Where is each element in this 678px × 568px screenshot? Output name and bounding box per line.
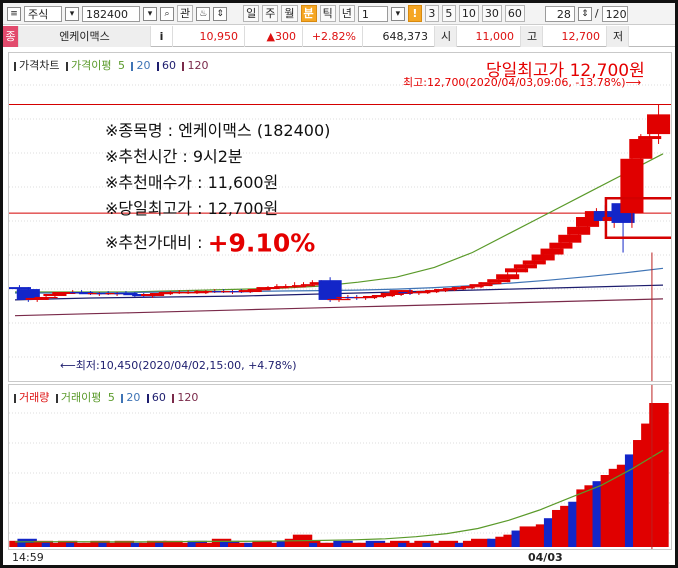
open-label: 시	[435, 25, 457, 47]
volume-chart	[9, 385, 671, 549]
candle-body	[327, 298, 351, 301]
price-legend-title: 가격차트	[19, 59, 60, 72]
bell-icon[interactable]: ♨	[196, 6, 211, 21]
candle-body	[549, 242, 573, 249]
info-icon[interactable]: i	[151, 25, 173, 47]
volume-value: 648,373	[363, 25, 435, 47]
code-dropdown-icon[interactable]: ▾	[143, 6, 157, 21]
gwan-button[interactable]: 관	[177, 5, 194, 22]
recommendation-info: ※종목명 : 엔케이맥스 (182400) ※추천시간 : 9시2분 ※추천매수…	[105, 118, 330, 257]
price-ma-60: 60	[161, 59, 176, 72]
quote-bar: 종 엔케이맥스 i 10,950 ▲300 +2.82% 648,373 시 1…	[3, 25, 675, 47]
price-ma-20: 20	[136, 59, 151, 72]
menu-handle-icon[interactable]: ≡	[7, 6, 21, 21]
extra-input[interactable]: 1200	[601, 5, 628, 22]
volume-legend: 거래량 거래이평 5 20 60 120	[14, 389, 201, 405]
open-value: 11,000	[457, 25, 521, 47]
price-legend: 가격차트 가격이평 5 20 60 120	[14, 57, 211, 73]
candle-body	[531, 254, 555, 261]
slash-divider: /	[594, 7, 599, 20]
candle-body	[247, 289, 271, 291]
candle-body	[487, 279, 511, 283]
candle-body	[629, 139, 653, 159]
price-ma-120: 120	[187, 59, 209, 72]
candle-body	[513, 264, 537, 269]
market-dropdown-icon[interactable]: ▾	[65, 6, 79, 21]
volume-ma-120: 120	[177, 391, 199, 404]
toolbar: ≡ 주식 ▾ 182400 ▾ ⌕ 관 ♨ ⇕ 일 주 월 분 틱 년 1 ▾ …	[3, 3, 675, 25]
volume-ma-label: 거래이평	[60, 391, 102, 404]
time-axis-date: 04/03	[528, 551, 563, 564]
minute-5[interactable]: 5	[441, 5, 456, 22]
price-ma-label: 가격이평	[70, 59, 112, 72]
volume-ma-60: 60	[151, 391, 166, 404]
candle-body	[389, 290, 413, 295]
candle-body	[496, 274, 520, 280]
volume-ma-5: 5	[107, 391, 115, 404]
period-month[interactable]: 월	[281, 5, 298, 22]
candle-body	[34, 296, 58, 299]
market-select[interactable]: 주식	[24, 5, 62, 22]
candle-body	[25, 297, 49, 300]
count-input[interactable]: 28	[544, 5, 575, 22]
candle-body	[558, 234, 582, 243]
candle-body	[567, 226, 591, 235]
info-gain-value: +9.10%	[207, 228, 316, 258]
candle-body	[43, 294, 67, 296]
flag-button[interactable]: !	[407, 5, 422, 22]
low-label: 저	[607, 25, 629, 47]
stock-mark: 종	[3, 25, 19, 47]
current-price: 10,950	[173, 25, 245, 47]
candle-body	[647, 114, 671, 135]
candle-body	[238, 290, 262, 293]
candle-body	[469, 284, 493, 287]
info-rec-price: ※추천매수가 : 11,600원	[105, 173, 279, 192]
period-day[interactable]: 일	[243, 5, 260, 22]
candle-body	[371, 294, 395, 297]
candle-body	[522, 260, 546, 265]
candle-body	[620, 158, 644, 214]
candle-body	[141, 294, 165, 296]
info-stock-name: ※종목명 : 엔케이맥스 (182400)	[105, 121, 331, 140]
period-week[interactable]: 주	[262, 5, 279, 22]
interval-select[interactable]: 1	[357, 5, 388, 22]
updown-stepper-icon[interactable]: ⇕	[213, 6, 228, 21]
price-change: ▲300	[245, 25, 303, 47]
high-value: 12,700	[543, 25, 607, 47]
minute-30[interactable]: 30	[481, 5, 502, 22]
info-gain-label: ※추천가대비 :	[105, 233, 208, 252]
volume-pane[interactable]	[8, 384, 672, 550]
high-marker-label: 최고:12,700(2020/04/03,09:06, -13.78%)⟶	[403, 76, 642, 89]
candle-body	[638, 136, 662, 140]
high-label: 고	[521, 25, 543, 47]
price-change-pct: +2.82%	[303, 25, 363, 47]
info-day-high: ※당일최고가 : 12,700원	[105, 199, 279, 218]
minute-3[interactable]: 3	[424, 5, 439, 22]
candle-body	[540, 248, 564, 255]
volume-ma-20: 20	[126, 391, 141, 404]
volume-legend-title: 거래량	[19, 391, 50, 404]
period-year[interactable]: 년	[338, 5, 355, 22]
minute-10[interactable]: 10	[458, 5, 479, 22]
candle-body	[478, 282, 502, 285]
code-input[interactable]: 182400	[82, 5, 140, 22]
period-minute[interactable]: 분	[300, 5, 317, 22]
candle-body	[504, 268, 529, 273]
candle-body	[460, 286, 484, 288]
price-ma-5: 5	[117, 59, 125, 72]
low-marker-label: ⟵최저:10,450(2020/04/02,15:00, +4.78%)	[60, 359, 297, 372]
count-stepper-icon[interactable]: ⇕	[577, 6, 592, 21]
candle-body	[7, 287, 31, 290]
interval-dropdown-icon[interactable]: ▾	[390, 6, 405, 21]
stock-name[interactable]: 엔케이맥스	[19, 25, 151, 47]
minute-60[interactable]: 60	[504, 5, 525, 22]
info-rec-time: ※추천시간 : 9시2분	[105, 147, 243, 166]
search-icon[interactable]: ⌕	[160, 6, 174, 21]
period-tick[interactable]: 틱	[319, 5, 336, 22]
time-axis-start: 14:59	[12, 551, 44, 564]
